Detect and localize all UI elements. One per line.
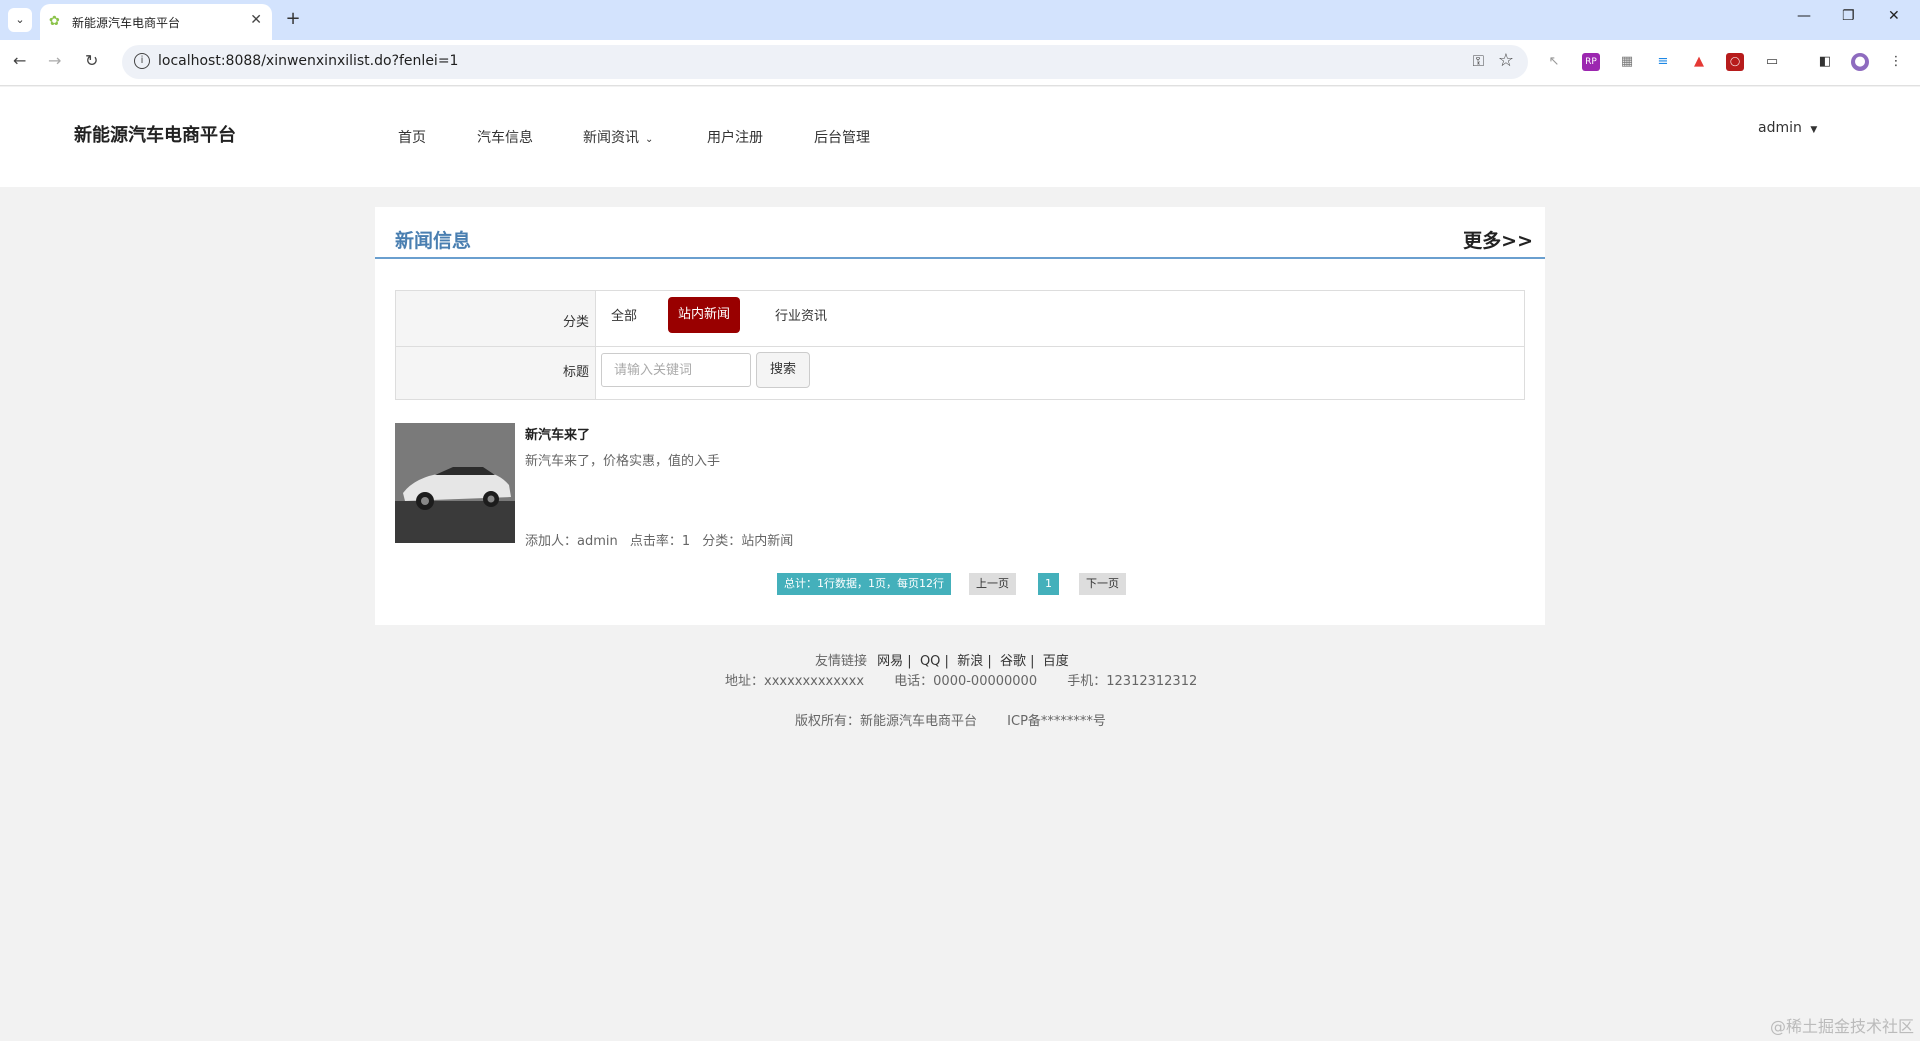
news-clicks: 点击率：1 [629, 534, 691, 549]
panel-title: 新闻信息 [395, 230, 472, 252]
title-label-cell: 标题 [396, 347, 596, 399]
pagination-summary: 总计：1行数据，1页，每页12行 [777, 573, 951, 595]
news-summary: 新汽车来了，价格实惠，值的入手 [525, 454, 721, 469]
window-minimize-icon[interactable]: — [1797, 8, 1811, 24]
forward-arrow-icon[interactable]: → [48, 51, 61, 70]
list-item[interactable]: 新汽车来了 新汽车来了，价格实惠，值的入手 添加人：admin 点击率：1 分类… [395, 423, 1525, 549]
category-industry[interactable]: 行业资讯 [775, 305, 827, 324]
password-key-icon[interactable]: ⚿ [1473, 52, 1484, 70]
nav-news[interactable]: 新闻资讯 ⌄ [583, 127, 653, 147]
extension-triangle-icon[interactable]: ▲ [1690, 53, 1708, 71]
prev-page-button[interactable]: 上一页 [969, 573, 1016, 595]
footer-copyright: 版权所有：新能源汽车电商平台 [795, 714, 978, 729]
title-label: 标题 [562, 365, 589, 380]
nav-register[interactable]: 用户注册 [707, 127, 763, 147]
contact-info: 地址：xxxxxxxxxxxxx 电话：0000-00000000 手机：123… [725, 670, 1223, 689]
nav-news-label: 新闻资讯 [583, 130, 639, 146]
bookmark-star-icon[interactable]: ☆ [1498, 50, 1514, 71]
tab-close-icon[interactable]: ✕ [250, 12, 262, 28]
link-qq[interactable]: QQ | [920, 654, 949, 669]
extension-ublock-icon[interactable]: ◯ [1726, 53, 1744, 71]
more-link[interactable]: 更多>> [1463, 226, 1533, 253]
link-google[interactable]: 谷歌 | [1000, 654, 1035, 669]
user-name: admin [1758, 120, 1802, 136]
extensions-puzzle-icon[interactable]: ▭ [1763, 53, 1781, 71]
site-info-icon[interactable]: i [134, 53, 150, 69]
watermark: @稀土掘金技术社区 [1769, 1017, 1914, 1036]
tab-list-chevron-icon[interactable]: ⌄ [8, 8, 32, 32]
nav-admin[interactable]: 后台管理 [814, 127, 870, 147]
nav-home[interactable]: 首页 [398, 127, 426, 147]
window-close-icon[interactable]: ✕ [1888, 8, 1900, 24]
tab-title: 新能源汽车电商平台 [72, 16, 181, 30]
page-number-button[interactable]: 1 [1038, 573, 1059, 595]
search-input[interactable] [601, 353, 751, 387]
pagination: 总计：1行数据，1页，每页12行 上一页 1 下一页 [375, 573, 1545, 595]
caret-down-icon: ▼ [1810, 125, 1818, 135]
profile-avatar-icon[interactable]: ● [1851, 53, 1869, 71]
category-label: 分类 [562, 315, 589, 330]
url-text[interactable]: localhost:8088/xinwenxinxilist.do?fenlei… [158, 53, 458, 69]
car-image [395, 423, 515, 543]
site-header: 新能源汽车电商平台 首页 汽车信息 新闻资讯 ⌄ 用户注册 后台管理 admin … [0, 87, 1920, 187]
footer-mobile: 手机：12312312312 [1067, 674, 1198, 689]
browser-tab[interactable]: ✿ 新能源汽车电商平台 ✕ [40, 4, 272, 40]
title-search-row: 标题 搜索 [396, 347, 1524, 399]
new-tab-plus-icon[interactable]: + [280, 8, 306, 32]
reload-icon[interactable]: ↻ [85, 51, 98, 70]
leaf-favicon-icon: ✿ [49, 14, 60, 29]
address-bar[interactable]: i localhost:8088/xinwenxinxilist.do?fenl… [122, 45, 1528, 79]
search-button[interactable]: 搜索 [756, 352, 810, 388]
news-meta: 添加人：admin 点击率：1 分类：站内新闻 [525, 530, 801, 549]
side-panel-icon[interactable]: ◧ [1816, 53, 1834, 71]
nav-cars[interactable]: 汽车信息 [477, 127, 533, 147]
news-author: 添加人：admin [525, 534, 618, 549]
site-brand[interactable]: 新能源汽车电商平台 [74, 121, 236, 147]
copyright-info: 版权所有：新能源汽车电商平台 ICP备********号 [795, 710, 1132, 729]
window-restore-icon[interactable]: ❐ [1842, 8, 1855, 24]
footer-address: 地址：xxxxxxxxxxxxx [725, 674, 865, 689]
category-all[interactable]: 全部 [611, 305, 637, 324]
extension-cursor-icon[interactable]: ↖ [1545, 53, 1563, 71]
extension-layers-icon[interactable]: ≡ [1654, 53, 1672, 71]
back-arrow-icon[interactable]: ← [13, 51, 26, 70]
next-page-button[interactable]: 下一页 [1079, 573, 1126, 595]
link-baidu[interactable]: 百度 [1043, 654, 1069, 669]
category-site-news[interactable]: 站内新闻 [668, 297, 741, 333]
browser-tabbar: ⌄ ✿ 新能源汽车电商平台 ✕ + — ❐ ✕ [0, 0, 1920, 40]
chevron-down-icon: ⌄ [645, 134, 654, 145]
category-label-cell: 分类 [396, 291, 596, 346]
friend-links-label: 友情链接 [815, 654, 868, 669]
news-category: 分类：站内新闻 [702, 534, 794, 549]
friend-links: 友情链接 网易 | QQ | 新浪 | 谷歌 | 百度 [815, 650, 1069, 669]
news-title[interactable]: 新汽车来了 [525, 424, 590, 443]
news-thumbnail[interactable] [395, 423, 515, 543]
extension-grid-icon[interactable]: ▦ [1618, 53, 1636, 71]
panel-header: 新闻信息 更多>> [375, 207, 1545, 259]
browser-menu-icon[interactable]: ⋮ [1887, 53, 1905, 71]
link-sina[interactable]: 新浪 | [957, 654, 992, 669]
footer-icp: ICP备********号 [1007, 714, 1106, 729]
filter-table: 分类 全部 站内新闻 行业资讯 标题 搜索 [395, 290, 1525, 400]
news-panel: 新闻信息 更多>> 分类 全部 站内新闻 行业资讯 标题 搜索 [375, 207, 1545, 625]
link-netease[interactable]: 网易 | [877, 654, 912, 669]
footer-phone: 电话：0000-00000000 [894, 674, 1038, 689]
user-menu[interactable]: admin ▼ [1758, 120, 1817, 136]
category-row: 分类 全部 站内新闻 行业资讯 [396, 291, 1524, 347]
extension-rp-icon[interactable]: RP [1582, 53, 1600, 71]
